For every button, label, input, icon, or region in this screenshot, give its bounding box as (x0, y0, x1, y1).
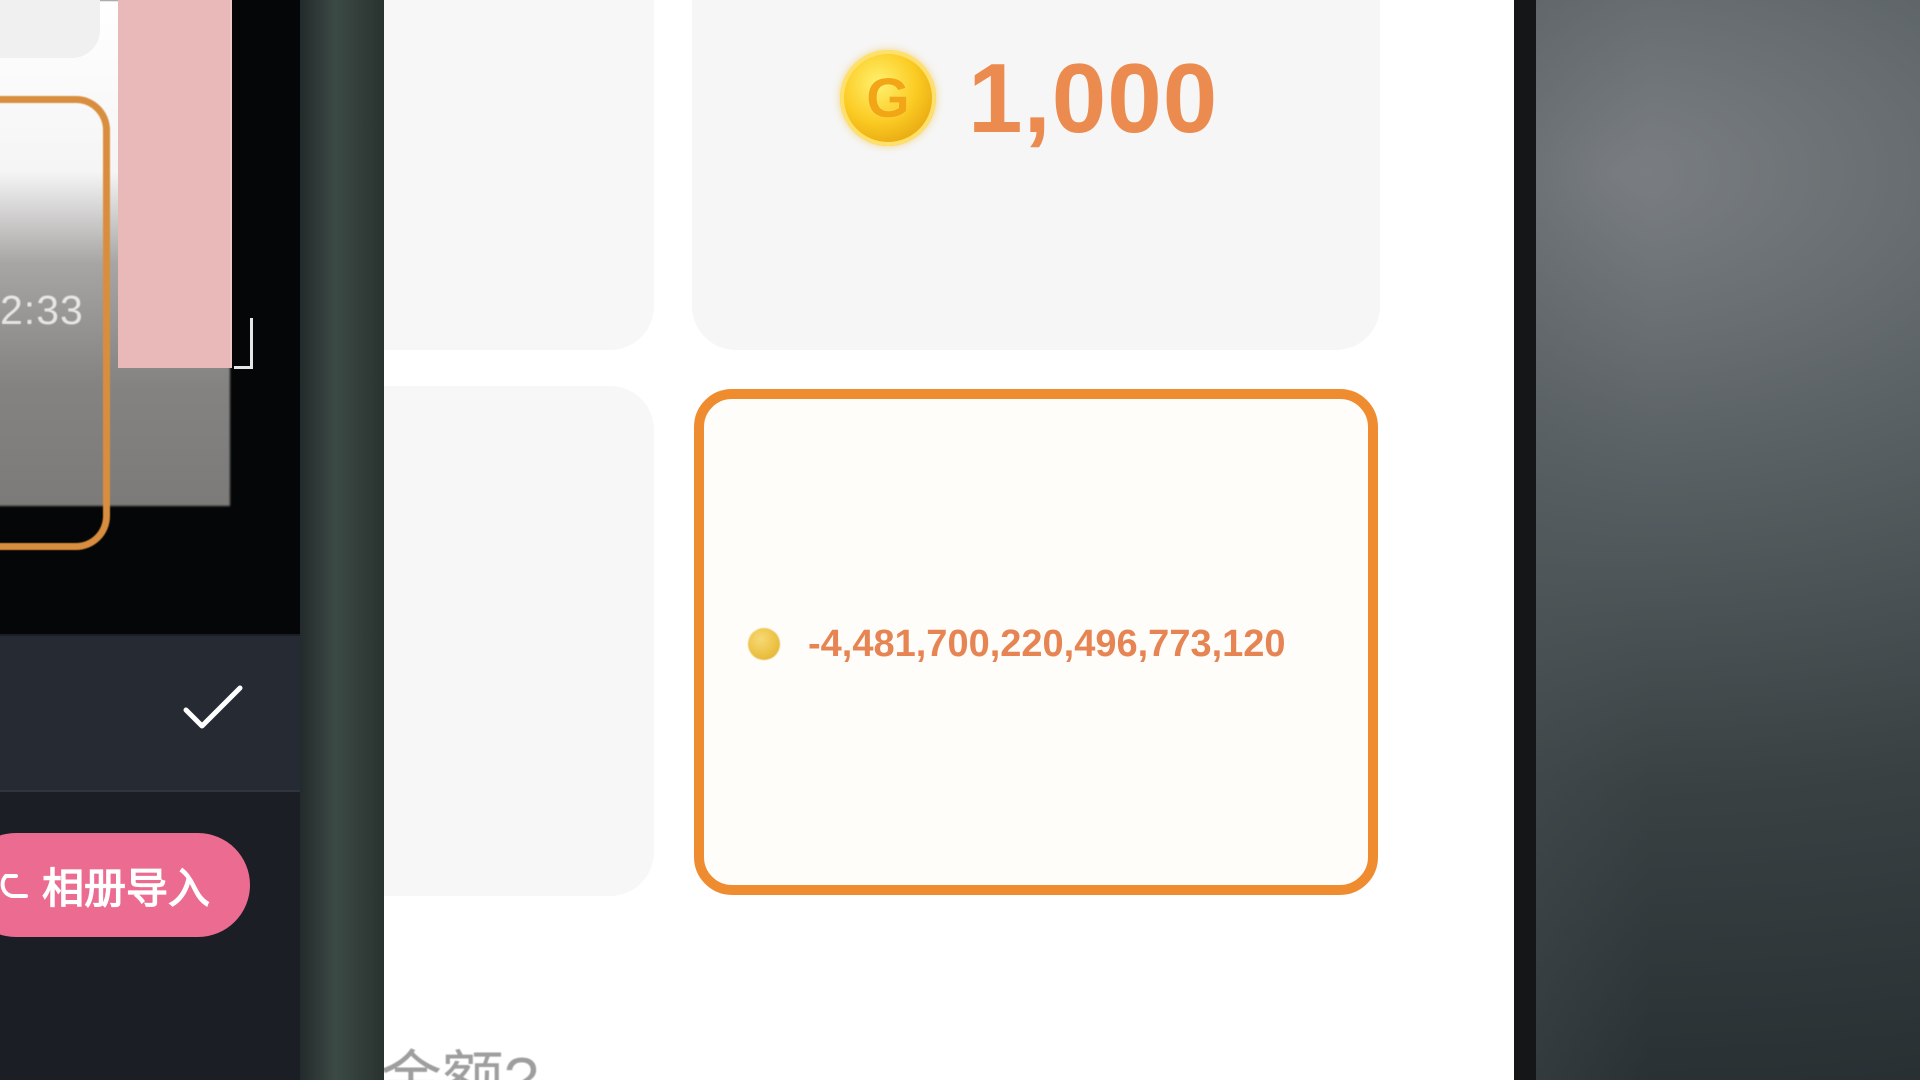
background-gap (300, 0, 384, 1080)
screenshot-stage: 2:33 相册导入 00 G 1,000 (0, 0, 1920, 1080)
album-icon (0, 874, 28, 898)
album-import-label: 相册导入 (42, 864, 211, 912)
crop-corner-mark (234, 318, 253, 369)
media-time-overlay: 2:33 (0, 287, 84, 333)
coin-icon: G (840, 50, 936, 146)
recharge-panel: 00 G 1,000 00 -4,481,700,220,496,773,120… (384, 0, 1514, 1080)
pink-media-card[interactable] (118, 0, 232, 368)
device-edge (1514, 0, 1536, 1080)
selected-recharge-amount: -4,481,700,220,496,773,120 (808, 623, 1286, 665)
check-icon[interactable] (182, 684, 244, 734)
coin-letter: G (866, 66, 910, 129)
recharge-option-amount: 1,000 (968, 43, 1219, 153)
section-heading-partial: 金额? (384, 1050, 538, 1080)
left-app-panel: 2:33 相册导入 (0, 0, 300, 1080)
option-row[interactable] (0, 636, 300, 792)
album-import-button[interactable]: 相册导入 (0, 833, 250, 937)
selected-amount-row: -4,481,700,220,496,773,120 (748, 623, 1286, 665)
blurred-background-glow (1536, 0, 1920, 1080)
coin-amount-row: G 1,000 (840, 43, 1218, 153)
recharge-option-card[interactable]: 00 (384, 0, 654, 350)
recharge-option-card[interactable]: 00 (384, 386, 654, 896)
coin-icon (748, 628, 780, 660)
thumbnail-top-highlight (0, 0, 100, 58)
media-preview-area: 2:33 (0, 0, 300, 634)
